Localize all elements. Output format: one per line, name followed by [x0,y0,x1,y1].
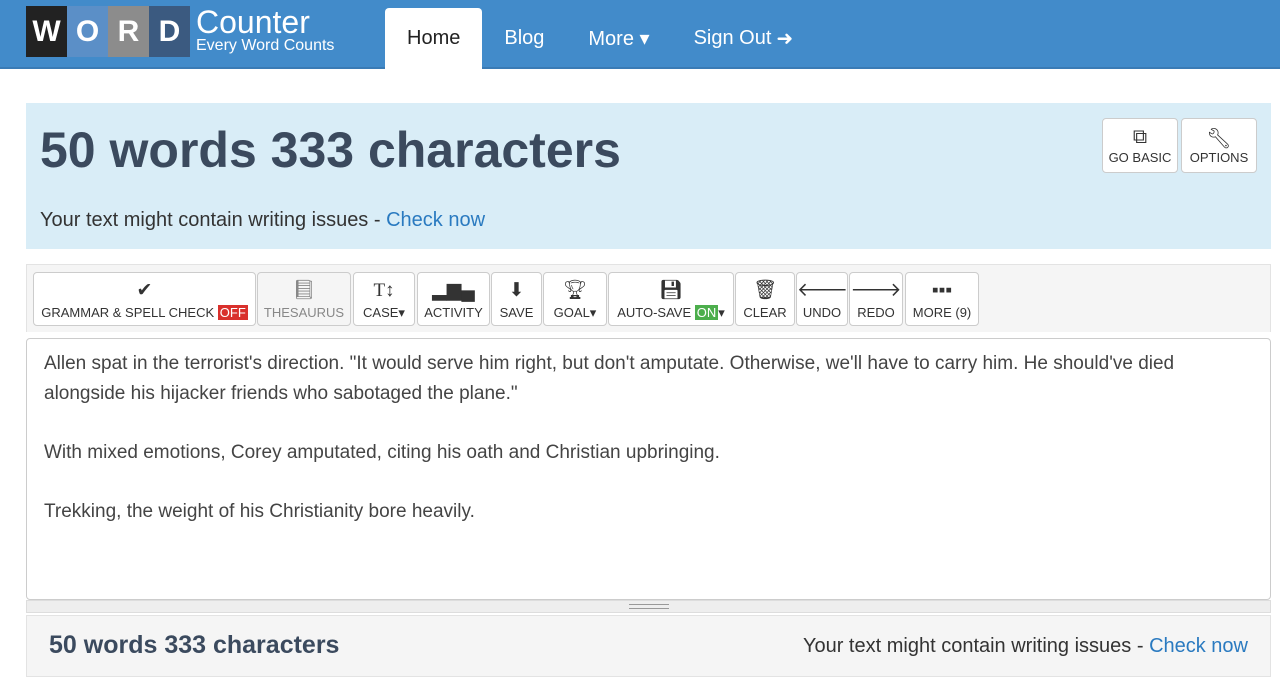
top-nav: W O R D Counter Every Word Counts Home Bl… [0,0,1280,69]
goal-label: GOAL▾ [553,305,597,320]
sign-out-label: Sign Out [693,27,772,49]
more-label: MORE (9) [912,305,972,320]
go-basic-label: GO BASIC [1108,150,1172,165]
nav-home[interactable]: Home [385,8,483,69]
count-panel: 50 words 333 characters Your text might … [26,103,1271,249]
external-link-icon: ⧉ [1132,126,1148,148]
grammar-state-badge: OFF [217,305,248,320]
options-button[interactable]: 🔧︎ OPTIONS [1181,118,1257,173]
autosave-state-badge: ON [694,305,719,320]
caret-down-icon: ▾ [718,305,725,320]
logo-tagline: Every Word Counts [196,36,335,54]
resize-handle[interactable] [26,600,1271,613]
nav-more[interactable]: More ▾ [566,8,671,69]
check-now-link[interactable]: Check now [386,209,485,231]
logo[interactable]: W O R D Counter Every Word Counts [26,6,334,57]
activity-button[interactable]: ▂▆▄ ACTIVITY [417,272,490,326]
logo-letter: O [67,6,108,57]
undo-label: UNDO [802,305,842,320]
trash-icon: 🗑︎ [752,280,778,301]
activity-label: ACTIVITY [424,305,483,320]
check-icon: ✔ [136,280,153,301]
grammar-label: GRAMMAR & SPELL CHECK [41,305,215,320]
thesaurus-button[interactable]: 📘︎ THESAURUS [257,272,351,326]
auto-save-button[interactable]: 💾︎ AUTO-SAVE ON ▾ [608,272,734,326]
clear-button[interactable]: 🗑︎ CLEAR [735,272,795,326]
logo-letter: R [108,6,149,57]
book-icon: 📘︎ [291,280,317,301]
text-case-icon: T↕ [373,280,395,301]
logo-name: Counter [196,3,310,40]
undo-button[interactable]: 🡐 UNDO [796,272,848,326]
go-basic-button[interactable]: ⧉ GO BASIC [1102,118,1178,173]
footer-count-title: 50 words 333 characters [49,631,340,659]
logo-letter: W [26,6,67,57]
more-button[interactable]: ▪▪▪ MORE (9) [905,272,979,326]
grip-icon [629,604,669,609]
wrench-icon: 🔧︎ [1206,128,1232,150]
editor-paragraph: With mixed emotions, Corey amputated, ci… [44,441,720,463]
nav-blog[interactable]: Blog [482,8,566,69]
issues-text: Your text might contain writing issues - [40,209,387,231]
arrow-right-icon: 🡒 [850,280,902,301]
arrow-left-icon: 🡐 [797,280,848,301]
thesaurus-label: THESAURUS [263,305,345,320]
options-label: OPTIONS [1189,150,1249,165]
floppy-icon: 💾︎ [658,280,684,301]
case-button[interactable]: T↕ CASE▾ [353,272,415,326]
save-button[interactable]: ⬇ SAVE [491,272,542,326]
clear-label: CLEAR [743,305,787,320]
save-label: SAVE [499,305,534,320]
nav-sign-out[interactable]: Sign Out ➜ [672,8,816,69]
text-editor[interactable]: Allen spat in the terrorist's direction.… [26,338,1271,600]
redo-button[interactable]: 🡒 REDO [849,272,903,326]
footer-count-panel: 50 words 333 characters Your text might … [26,615,1271,677]
goal-button[interactable]: 🏆︎ GOAL▾ [543,272,607,326]
trophy-icon: 🏆︎ [562,280,588,301]
redo-label: REDO [857,305,895,320]
logo-letter: D [149,6,190,57]
autosave-label: AUTO-SAVE [617,305,692,320]
editor-paragraph: Allen spat in the terrorist's direction.… [44,353,1175,404]
save-file-icon: ⬇ [508,280,525,301]
bar-chart-icon: ▂▆▄ [432,280,475,301]
footer-check-now-link[interactable]: Check now [1149,635,1248,657]
sign-out-icon: ➜ [776,28,794,50]
count-title: 50 words 333 characters [40,122,621,178]
grid-icon: ▪▪▪ [931,280,953,301]
footer-issues-text: Your text might contain writing issues - [802,635,1150,657]
grammar-check-button[interactable]: ✔ GRAMMAR & SPELL CHECK OFF [33,272,256,326]
toolbar: ✔ GRAMMAR & SPELL CHECK OFF 📘︎ THESAURUS T… [26,264,1271,332]
case-label: CASE▾ [363,305,405,320]
editor-paragraph: Trekking, the weight of his Christianity… [44,500,475,522]
